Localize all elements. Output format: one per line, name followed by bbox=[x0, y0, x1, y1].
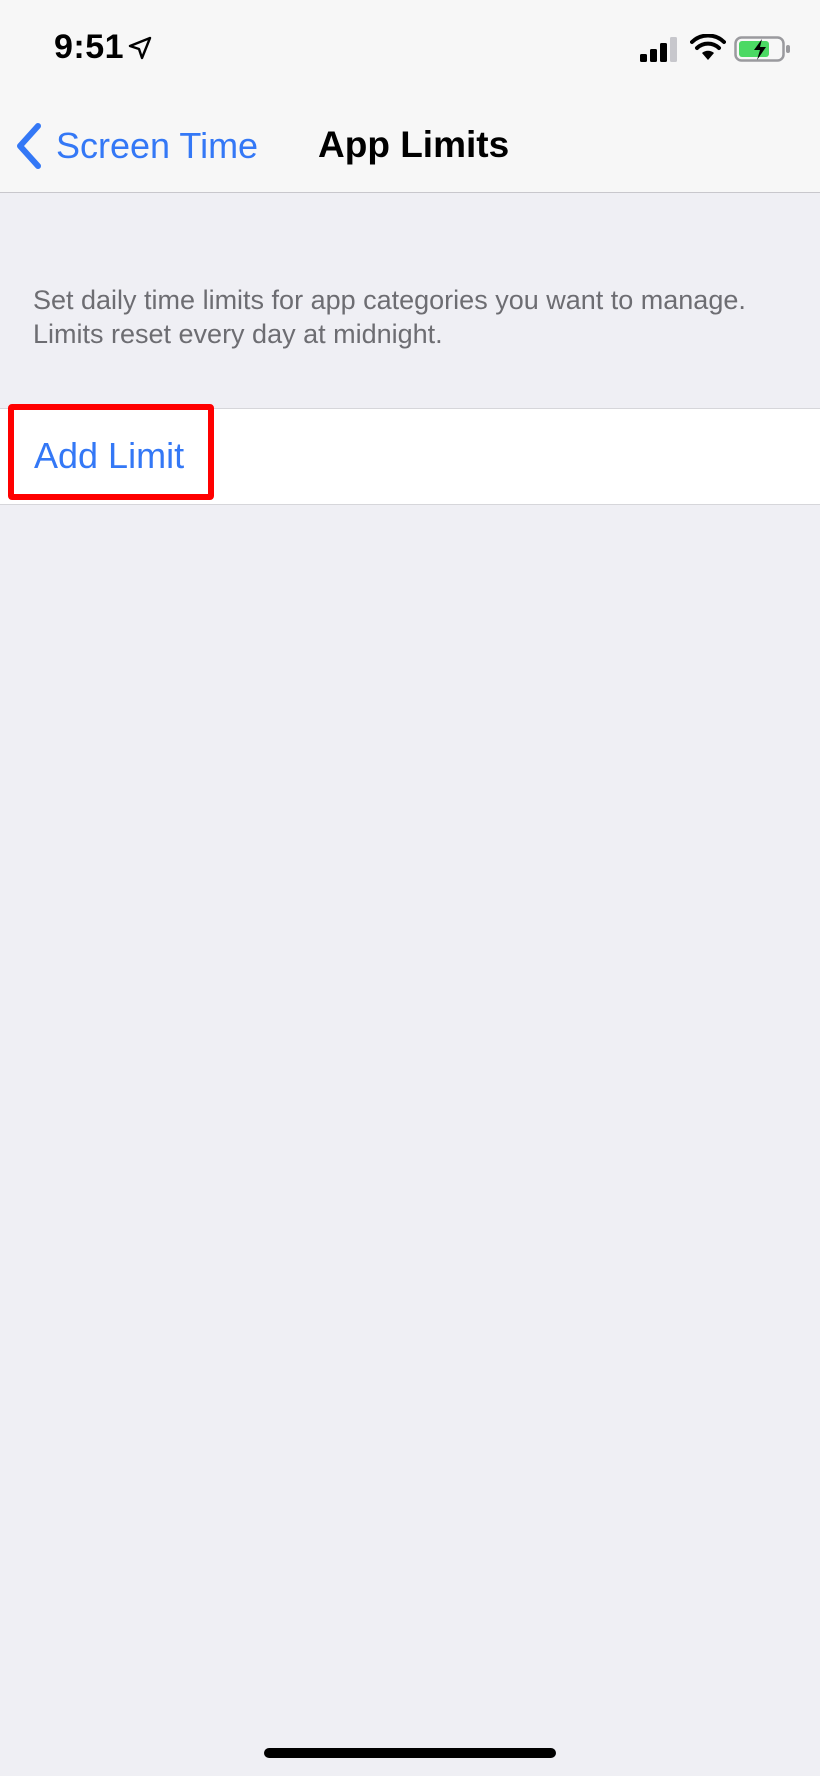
cellular-signal-icon bbox=[640, 37, 677, 62]
page-title: App Limits bbox=[318, 124, 510, 165]
navigation-bar: Screen Time App Limits bbox=[0, 100, 820, 193]
wifi-icon bbox=[690, 34, 726, 60]
back-button[interactable]: Screen Time bbox=[14, 118, 258, 174]
status-time: 9:51 bbox=[54, 28, 125, 66]
add-limit-button[interactable]: Add Limit bbox=[34, 435, 184, 477]
add-limit-cell[interactable]: Add Limit bbox=[0, 408, 820, 505]
home-indicator[interactable] bbox=[264, 1748, 556, 1758]
back-button-label: Screen Time bbox=[56, 125, 259, 166]
status-bar: 9:51 bbox=[0, 0, 820, 100]
chevron-left-icon bbox=[17, 123, 41, 169]
section-description: Set daily time limits for app categories… bbox=[33, 285, 746, 349]
battery-charging-icon bbox=[734, 36, 790, 62]
location-arrow-icon bbox=[128, 36, 152, 60]
